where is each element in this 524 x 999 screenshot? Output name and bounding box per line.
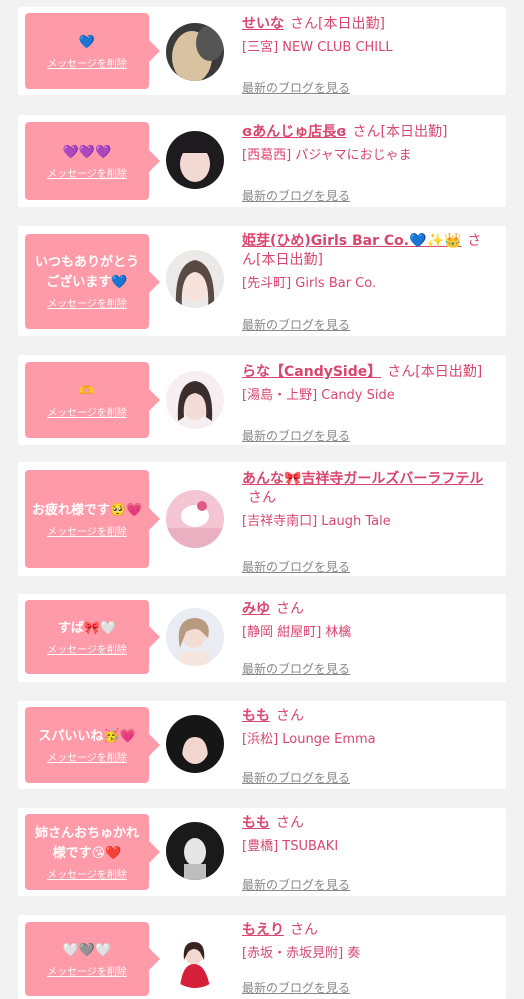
avatar-photo xyxy=(166,608,224,666)
blog-link[interactable]: 最新のブログを見る xyxy=(242,316,350,333)
avatar-photo xyxy=(166,490,224,548)
honorific: さん xyxy=(290,922,318,938)
avatar[interactable] xyxy=(166,371,224,429)
message-text: 🤍🩶🤍 xyxy=(62,942,112,958)
status-badge: [本日出勤] xyxy=(415,364,483,380)
avatar-photo xyxy=(166,131,224,189)
cast-name-link[interactable]: らな【CandySide】 xyxy=(242,364,381,380)
message-text: 💜💜💜 xyxy=(62,144,112,160)
list-item: 🫶 メッセージを削除 らな【CandySide】 さん[本日出勤] [湯島・上野]… xyxy=(18,355,506,445)
delete-message-link[interactable]: メッセージを削除 xyxy=(47,523,127,538)
message-bubble: 🤍🩶🤍 メッセージを削除 xyxy=(25,922,160,996)
avatar-photo xyxy=(166,371,224,429)
shop-name: [豊橋] TSUBAKI xyxy=(242,839,339,854)
list-item: いつもありがとうございます💙 メッセージを削除 姫芽(ひめ)Girls Bar … xyxy=(18,226,506,336)
list-item: スパいいね🥳💗 メッセージを削除 もも さん [浜松] Lounge Emma 最… xyxy=(18,701,506,789)
message-bubble: お疲れ様です🥺💗 メッセージを削除 xyxy=(25,470,160,568)
message-text: 姉さんおちゅかれ様です😘❤️ xyxy=(34,825,139,861)
avatar[interactable] xyxy=(166,930,224,988)
delete-message-link[interactable]: メッセージを削除 xyxy=(47,749,127,764)
cast-name-link[interactable]: もも xyxy=(242,815,270,831)
message-text: すば🎀🤍 xyxy=(57,620,117,636)
avatar[interactable] xyxy=(166,250,224,308)
list-item: 💙 メッセージを削除 せいな さん[本日出勤] [三宮] NEW CLUB CHI… xyxy=(18,7,506,95)
message-text: お疲れ様です🥺💗 xyxy=(31,502,143,518)
honorific: さん xyxy=(387,364,416,380)
message-bubble: 💙 メッセージを削除 xyxy=(25,13,160,89)
delete-message-link[interactable]: メッセージを削除 xyxy=(47,55,127,70)
delete-message-link[interactable]: メッセージを削除 xyxy=(47,963,127,978)
cast-name-link[interactable]: もえり xyxy=(242,922,284,938)
avatar[interactable] xyxy=(166,23,224,81)
status-badge: [本日出勤] xyxy=(318,16,385,32)
blog-link[interactable]: 最新のブログを見る xyxy=(242,558,350,575)
shop-name: [湯島・上野] Candy Side xyxy=(242,388,395,403)
honorific: さん xyxy=(352,124,381,140)
message-bubble: スパいいね🥳💗 メッセージを削除 xyxy=(25,707,160,783)
delete-message-link[interactable]: メッセージを削除 xyxy=(47,404,127,419)
honorific: さん xyxy=(276,815,304,831)
list-item: 姉さんおちゅかれ様です😘❤️ メッセージを削除 もも さん [豊橋] TSUBAK… xyxy=(18,808,506,896)
avatar-photo xyxy=(166,250,224,308)
blog-link[interactable]: 最新のブログを見る xyxy=(242,876,350,893)
blog-link[interactable]: 最新のブログを見る xyxy=(242,79,350,96)
blog-link[interactable]: 最新のブログを見る xyxy=(242,769,350,786)
avatar[interactable] xyxy=(166,822,224,880)
message-text: スパいいね🥳💗 xyxy=(38,728,136,744)
avatar-photo xyxy=(166,930,224,988)
message-bubble: 姉さんおちゅかれ様です😘❤️ メッセージを削除 xyxy=(25,814,160,890)
status-badge: [本日出勤] xyxy=(380,124,448,140)
message-text: いつもありがとうございます💙 xyxy=(34,255,139,290)
shop-name: [赤坂・赤坂見附] 奏 xyxy=(242,946,361,961)
blog-link[interactable]: 最新のブログを見る xyxy=(242,979,350,996)
delete-message-link[interactable]: メッセージを削除 xyxy=(47,641,127,656)
shop-name: [静岡 紺屋町] 林檎 xyxy=(242,625,352,640)
avatar[interactable] xyxy=(166,608,224,666)
shop-name: [三宮] NEW CLUB CHILL xyxy=(242,40,393,55)
avatar[interactable] xyxy=(166,490,224,548)
message-bubble: 🫶 メッセージを削除 xyxy=(25,362,160,438)
delete-message-link[interactable]: メッセージを削除 xyxy=(47,866,127,881)
cast-name-link[interactable]: ɞあんじゅ店長ɞ xyxy=(242,124,346,140)
avatar[interactable] xyxy=(166,131,224,189)
message-list: 💙 メッセージを削除 せいな さん[本日出勤] [三宮] NEW CLUB CHI… xyxy=(0,0,524,999)
list-item: 💜💜💜 メッセージを削除 ɞあんじゅ店長ɞ さん[本日出勤] [西葛西] パジャマ… xyxy=(18,115,506,207)
message-bubble: すば🎀🤍 メッセージを削除 xyxy=(25,600,160,674)
cast-name-link[interactable]: あんな🎀吉祥寺ガールズバーラフテル xyxy=(242,471,483,487)
cast-name-link[interactable]: 姫芽(ひめ)Girls Bar Co.💙✨👑 xyxy=(242,233,461,249)
blog-link[interactable]: 最新のブログを見る xyxy=(242,427,350,444)
avatar[interactable] xyxy=(166,715,224,773)
blog-link[interactable]: 最新のブログを見る xyxy=(242,660,350,677)
shop-name: [西葛西] パジャマにおじゃま xyxy=(242,148,412,163)
delete-message-link[interactable]: メッセージを削除 xyxy=(47,165,127,180)
list-item: すば🎀🤍 メッセージを削除 みゆ さん [静岡 紺屋町] 林檎 最新のブログを見る xyxy=(18,594,506,682)
avatar-photo xyxy=(166,822,224,880)
honorific: さん xyxy=(290,16,318,32)
avatar-photo xyxy=(166,715,224,773)
cast-name-link[interactable]: みゆ xyxy=(242,601,270,617)
avatar-photo xyxy=(166,23,224,81)
honorific: さん xyxy=(276,601,304,617)
blog-link[interactable]: 最新のブログを見る xyxy=(242,187,350,204)
shop-name: [浜松] Lounge Emma xyxy=(242,732,376,747)
message-text: 🫶 xyxy=(78,383,96,399)
message-bubble: 💜💜💜 メッセージを削除 xyxy=(25,122,160,200)
list-item: 🤍🩶🤍 メッセージを削除 もえり さん [赤坂・赤坂見附] 奏 最新のブログを見る xyxy=(18,915,506,999)
shop-name: [先斗町] Girls Bar Co. xyxy=(242,276,377,291)
message-bubble: いつもありがとうございます💙 メッセージを削除 xyxy=(25,234,160,329)
honorific: さん xyxy=(248,490,276,506)
cast-name-link[interactable]: もも xyxy=(242,708,270,724)
honorific: さん xyxy=(276,708,304,724)
message-text: 💙 xyxy=(78,34,96,50)
cast-name-link[interactable]: せいな xyxy=(242,16,284,32)
list-item: お疲れ様です🥺💗 メッセージを削除 あんな🎀吉祥寺ガールズバーラフテルさん [吉… xyxy=(18,462,506,576)
delete-message-link[interactable]: メッセージを削除 xyxy=(47,295,127,310)
shop-name: [吉祥寺南口] Laugh Tale xyxy=(242,514,391,529)
status-badge: [本日出勤] xyxy=(256,252,323,268)
